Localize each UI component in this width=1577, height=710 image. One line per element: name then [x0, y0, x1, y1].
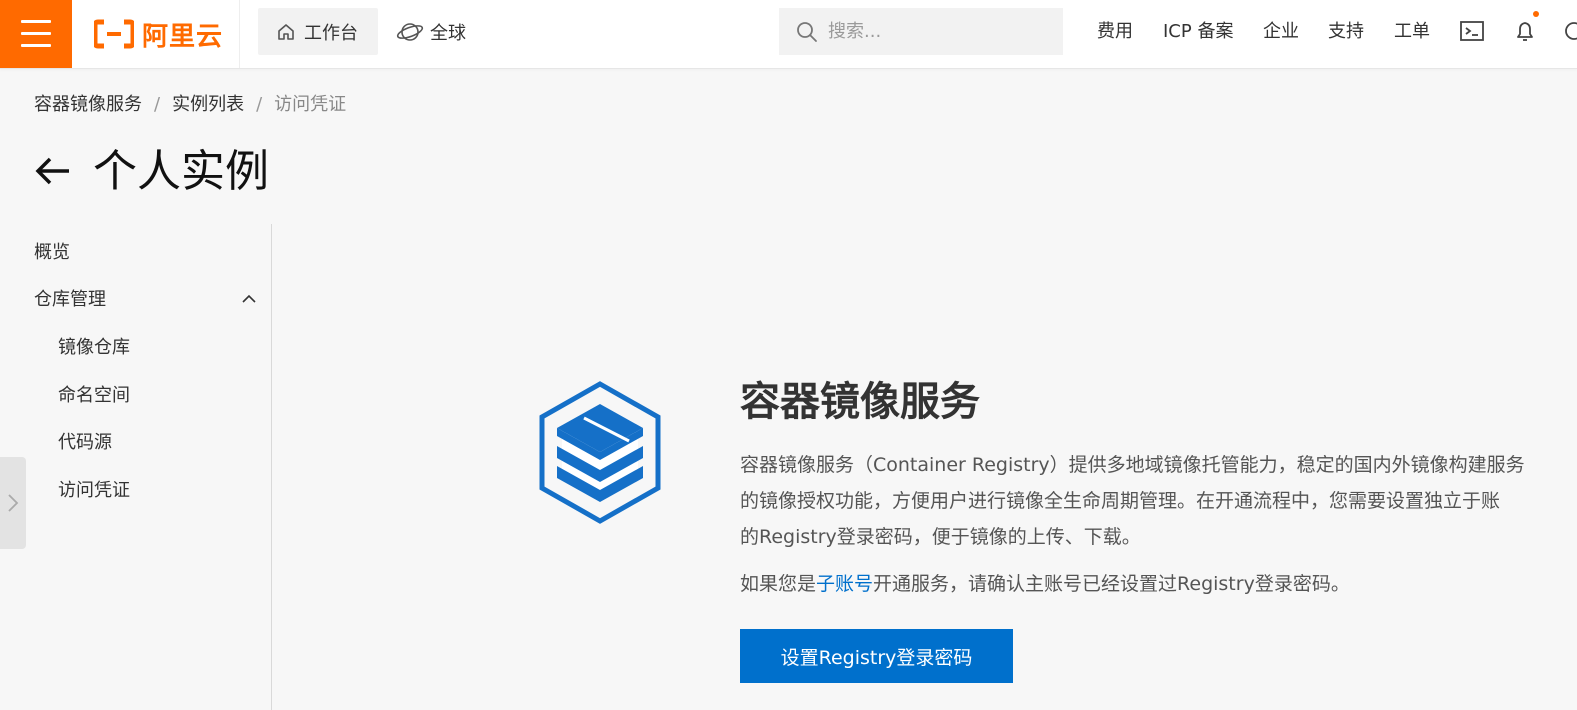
search-icon [797, 21, 817, 42]
breadcrumb-separator: / [256, 94, 263, 115]
breadcrumb-current: 访问凭证 [274, 94, 347, 115]
toplink-billing[interactable]: 费用 [1097, 18, 1133, 46]
toplink-enterprise[interactable]: 企业 [1263, 18, 1299, 46]
chevron-right-icon [8, 494, 19, 512]
menu-button[interactable] [0, 0, 72, 68]
search-input[interactable] [826, 20, 1050, 43]
breadcrumb-item-instances[interactable]: 实例列表 [172, 94, 244, 115]
breadcrumb-separator: / [154, 94, 161, 115]
description-line: 的Registry登录密码，便于镜像的上传、下载。 [740, 526, 1141, 548]
toplink-icp[interactable]: ICP 备案 [1163, 18, 1233, 46]
sidebar-group-label: 仓库管理 [34, 289, 106, 310]
sidebar-item-namespaces[interactable]: 命名空间 [58, 382, 130, 410]
aliyun-logo[interactable]: 阿里云 [94, 14, 223, 54]
bell-icon[interactable] [1512, 18, 1538, 44]
global-label: 全球 [430, 22, 466, 44]
aliyun-logo-icon [94, 19, 134, 49]
brand-name: 阿里云 [142, 21, 224, 52]
notification-dot [1533, 11, 1539, 17]
breadcrumb-item-registry[interactable]: 容器镜像服务 [34, 94, 142, 115]
toplink-ticket[interactable]: 工单 [1394, 18, 1430, 46]
workbench-button[interactable]: 工作台 [258, 8, 378, 55]
sidebar: 概览 仓库管理 镜像仓库 命名空间 代码源 访问凭证 [0, 224, 271, 710]
menu-icon [21, 20, 51, 23]
sidebar-item-access-credentials[interactable]: 访问凭证 [58, 477, 130, 505]
region-global-button[interactable]: 全球 [396, 8, 466, 55]
home-icon [278, 23, 294, 40]
chevron-up-icon [242, 294, 256, 303]
search-box[interactable] [779, 8, 1063, 55]
subaccount-note: 如果您是子账号开通服务，请确认主账号已经设置过Registry登录密码。 [740, 566, 1350, 602]
note-suffix: 开通服务，请确认主账号已经设置过Registry登录密码。 [873, 573, 1350, 595]
top-navigation-bar: 阿里云 工作台 全球 费用 ICP 备案 企业 支持 工单 [0, 0, 1577, 69]
product-title: 容器镜像服务 [740, 379, 980, 425]
sidebar-item-code-source[interactable]: 代码源 [58, 429, 112, 457]
description-line: 的镜像授权功能，方便用户进行镜像全生命周期管理。在开通流程中，您需要设置独立于账 [740, 490, 1501, 512]
sidebar-item-image-repos[interactable]: 镜像仓库 [58, 334, 130, 362]
toplink-support[interactable]: 支持 [1328, 18, 1364, 46]
workbench-label: 工作台 [304, 22, 358, 44]
terminal-icon[interactable] [1459, 18, 1485, 44]
sidebar-divider [271, 224, 272, 710]
back-arrow-icon[interactable] [34, 154, 72, 188]
container-registry-logo-icon [539, 381, 661, 524]
globe-icon [396, 22, 424, 41]
note-prefix: 如果您是 [740, 573, 817, 595]
breadcrumb: 容器镜像服务 / 实例列表 / 访问凭证 [34, 92, 346, 118]
subaccount-link[interactable]: 子账号 [816, 573, 873, 595]
product-description: 容器镜像服务（Container Registry）提供多地域镜像托管能力，稳定… [740, 447, 1577, 555]
sidebar-group-repo-management[interactable]: 仓库管理 [34, 286, 256, 314]
set-registry-password-button[interactable]: 设置Registry登录密码 [740, 629, 1013, 683]
description-line: 容器镜像服务（Container Registry）提供多地域镜像托管能力，稳定… [740, 454, 1525, 476]
divider [239, 0, 240, 68]
sidebar-item-overview[interactable]: 概览 [34, 239, 70, 267]
sidebar-collapse-toggle[interactable] [0, 457, 26, 549]
avatar-icon[interactable] [1563, 20, 1577, 42]
page-title: 个人实例 [93, 146, 269, 197]
